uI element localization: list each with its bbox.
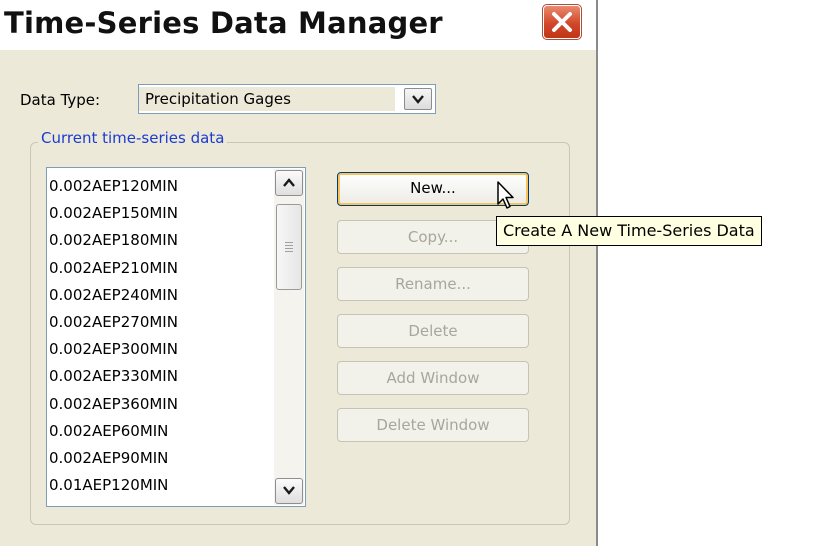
list-item[interactable]: 0.002AEP300MIN bbox=[49, 336, 273, 363]
list-item[interactable]: 0.002AEP270MIN bbox=[49, 309, 273, 336]
list-item[interactable]: 0.002AEP150MIN bbox=[49, 200, 273, 227]
data-type-selected-value: Precipitation Gages bbox=[139, 87, 395, 111]
time-series-data-manager-dialog: Time-Series Data Manager Data Type: Prec… bbox=[0, 0, 598, 546]
list-item[interactable]: 0.002AEP90MIN bbox=[49, 445, 273, 472]
data-type-dropdown-button[interactable] bbox=[404, 88, 432, 110]
scroll-thumb[interactable] bbox=[276, 204, 302, 290]
chevron-up-icon bbox=[283, 178, 295, 187]
time-series-listbox[interactable]: 0.002AEP120MIN 0.002AEP150MIN 0.002AEP180M… bbox=[46, 167, 306, 507]
delete-button[interactable]: Delete bbox=[337, 314, 529, 348]
list-item[interactable]: 0.01AEP120MIN bbox=[49, 472, 273, 499]
scrollbar-grip-icon bbox=[285, 242, 293, 254]
chevron-down-icon bbox=[283, 486, 295, 495]
new-button-tooltip: Create A New Time-Series Data bbox=[496, 216, 762, 246]
data-type-select[interactable]: Precipitation Gages bbox=[138, 84, 436, 114]
list-item[interactable]: 0.002AEP240MIN bbox=[49, 282, 273, 309]
mouse-pointer-icon bbox=[497, 181, 514, 209]
delete-window-button[interactable]: Delete Window bbox=[337, 408, 529, 442]
scroll-up-button[interactable] bbox=[275, 170, 303, 196]
list-item[interactable]: 0.002AEP210MIN bbox=[49, 255, 273, 282]
chevron-down-icon bbox=[412, 95, 424, 104]
close-button[interactable] bbox=[542, 4, 582, 40]
time-series-list: 0.002AEP120MIN 0.002AEP150MIN 0.002AEP180M… bbox=[49, 173, 273, 499]
list-item[interactable]: 0.002AEP60MIN bbox=[49, 418, 273, 445]
list-item[interactable]: 0.002AEP120MIN bbox=[49, 173, 273, 200]
list-item[interactable]: 0.002AEP180MIN bbox=[49, 227, 273, 254]
window-title: Time-Series Data Manager bbox=[4, 6, 443, 40]
data-type-label: Data Type: bbox=[20, 91, 101, 109]
rename-button[interactable]: Rename... bbox=[337, 267, 529, 301]
close-icon bbox=[552, 12, 572, 32]
scroll-down-button[interactable] bbox=[275, 478, 303, 504]
title-bar: Time-Series Data Manager bbox=[0, 0, 596, 50]
current-data-group-legend: Current time-series data bbox=[38, 129, 228, 147]
list-item[interactable]: 0.002AEP330MIN bbox=[49, 363, 273, 390]
add-window-button[interactable]: Add Window bbox=[337, 361, 529, 395]
list-item[interactable]: 0.002AEP360MIN bbox=[49, 391, 273, 418]
list-scrollbar[interactable] bbox=[274, 169, 304, 505]
